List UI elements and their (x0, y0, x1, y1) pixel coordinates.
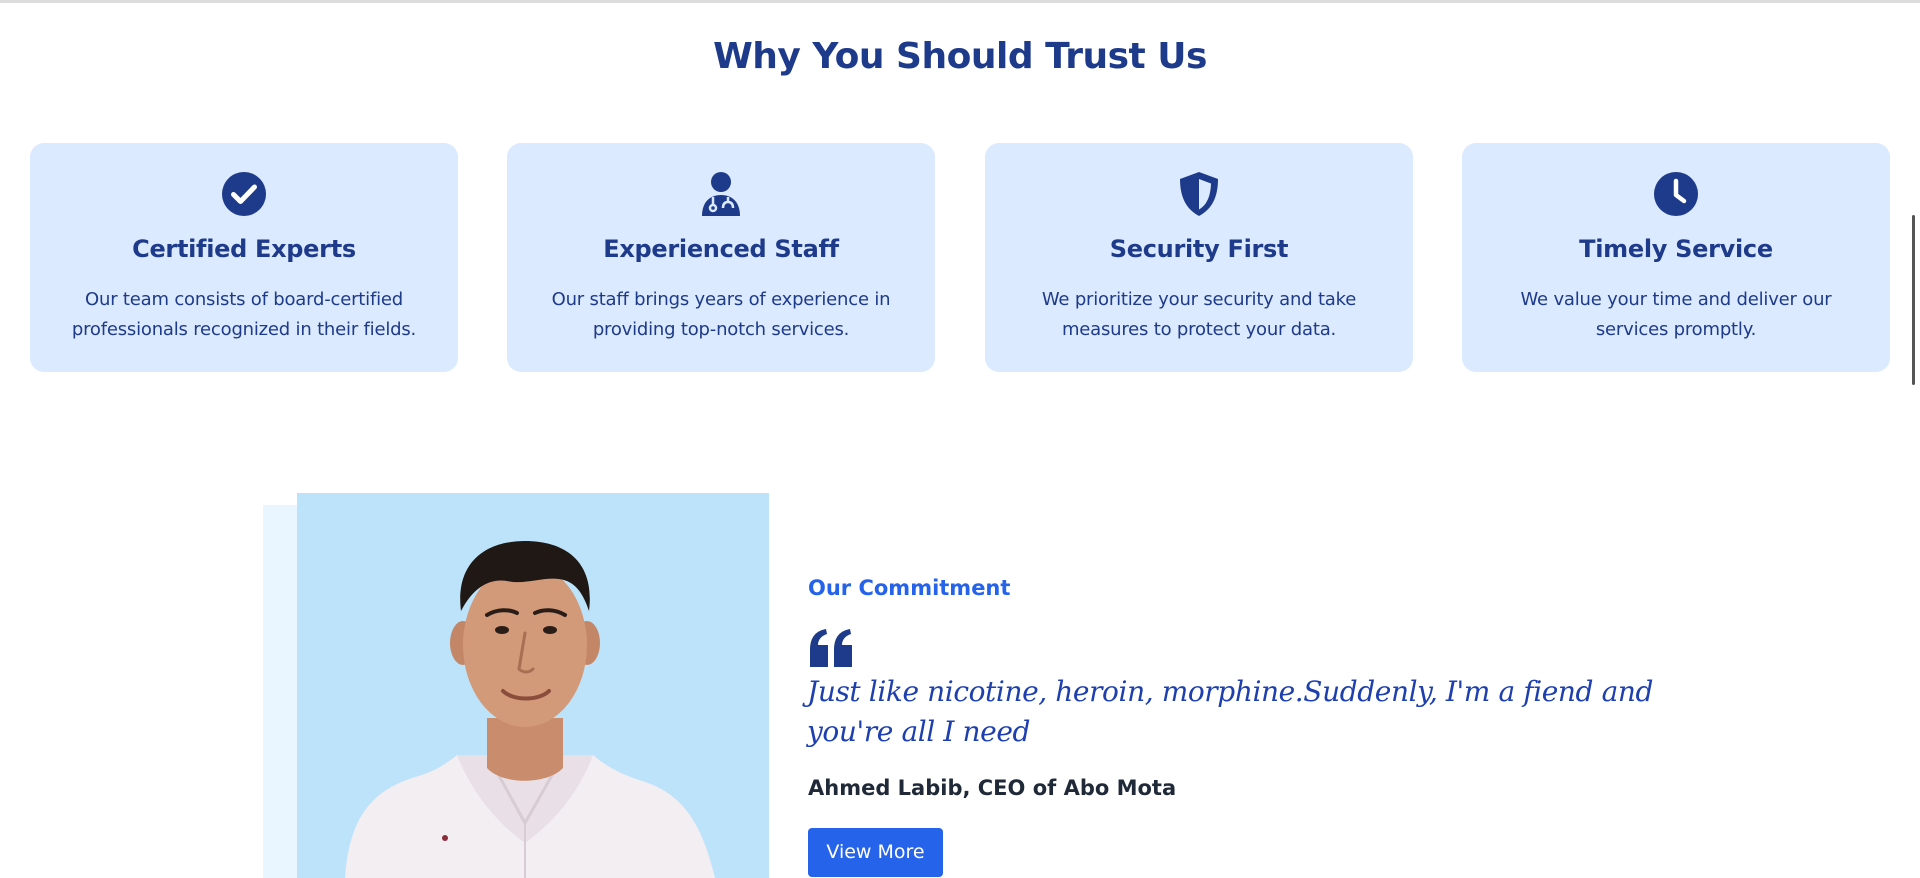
card-title: Security First (1109, 235, 1289, 263)
quote-left-icon (808, 628, 854, 668)
card-experienced-staff: Experienced Staff Our staff brings years… (507, 143, 935, 372)
card-title: Timely Service (1579, 235, 1773, 263)
commitment-label: Our Commitment (808, 576, 1011, 600)
page: Why You Should Trust Us Certified Expert… (0, 0, 1920, 878)
quote-author: Ahmed Labib, CEO of Abo Mota (808, 776, 1177, 800)
portrait-photo (297, 493, 769, 878)
card-description: Our staff brings years of experience in … (551, 289, 891, 340)
card-certified-experts: Certified Experts Our team consists of b… (30, 143, 458, 372)
card-title: Experienced Staff (603, 235, 839, 263)
commitment-photo (263, 493, 769, 878)
commitment-quote: Just like nicotine, heroin, morphine.Sud… (807, 675, 1654, 748)
trust-cards: Certified Experts Our team consists of b… (30, 143, 1890, 372)
top-divider (0, 0, 1920, 3)
section-title: Why You Should Trust Us (713, 36, 1207, 77)
scrollbar-thumb[interactable] (1912, 215, 1915, 385)
photo-backdrop (263, 505, 297, 878)
card-timely-service: Timely Service We value your time and de… (1462, 143, 1890, 372)
card-description: We prioritize your security and take mea… (1041, 289, 1357, 340)
clock-icon (1653, 171, 1699, 217)
card-description: Our team consists of board-certified pro… (71, 289, 417, 340)
card-security-first: Security First We prioritize your securi… (985, 143, 1413, 372)
view-more-button[interactable]: View More (808, 828, 943, 877)
check-circle-icon (221, 171, 267, 217)
shield-icon (1176, 171, 1222, 217)
card-description: We value your time and deliver our servi… (1520, 289, 1832, 340)
doctor-icon (698, 171, 744, 217)
card-title: Certified Experts (132, 235, 356, 263)
